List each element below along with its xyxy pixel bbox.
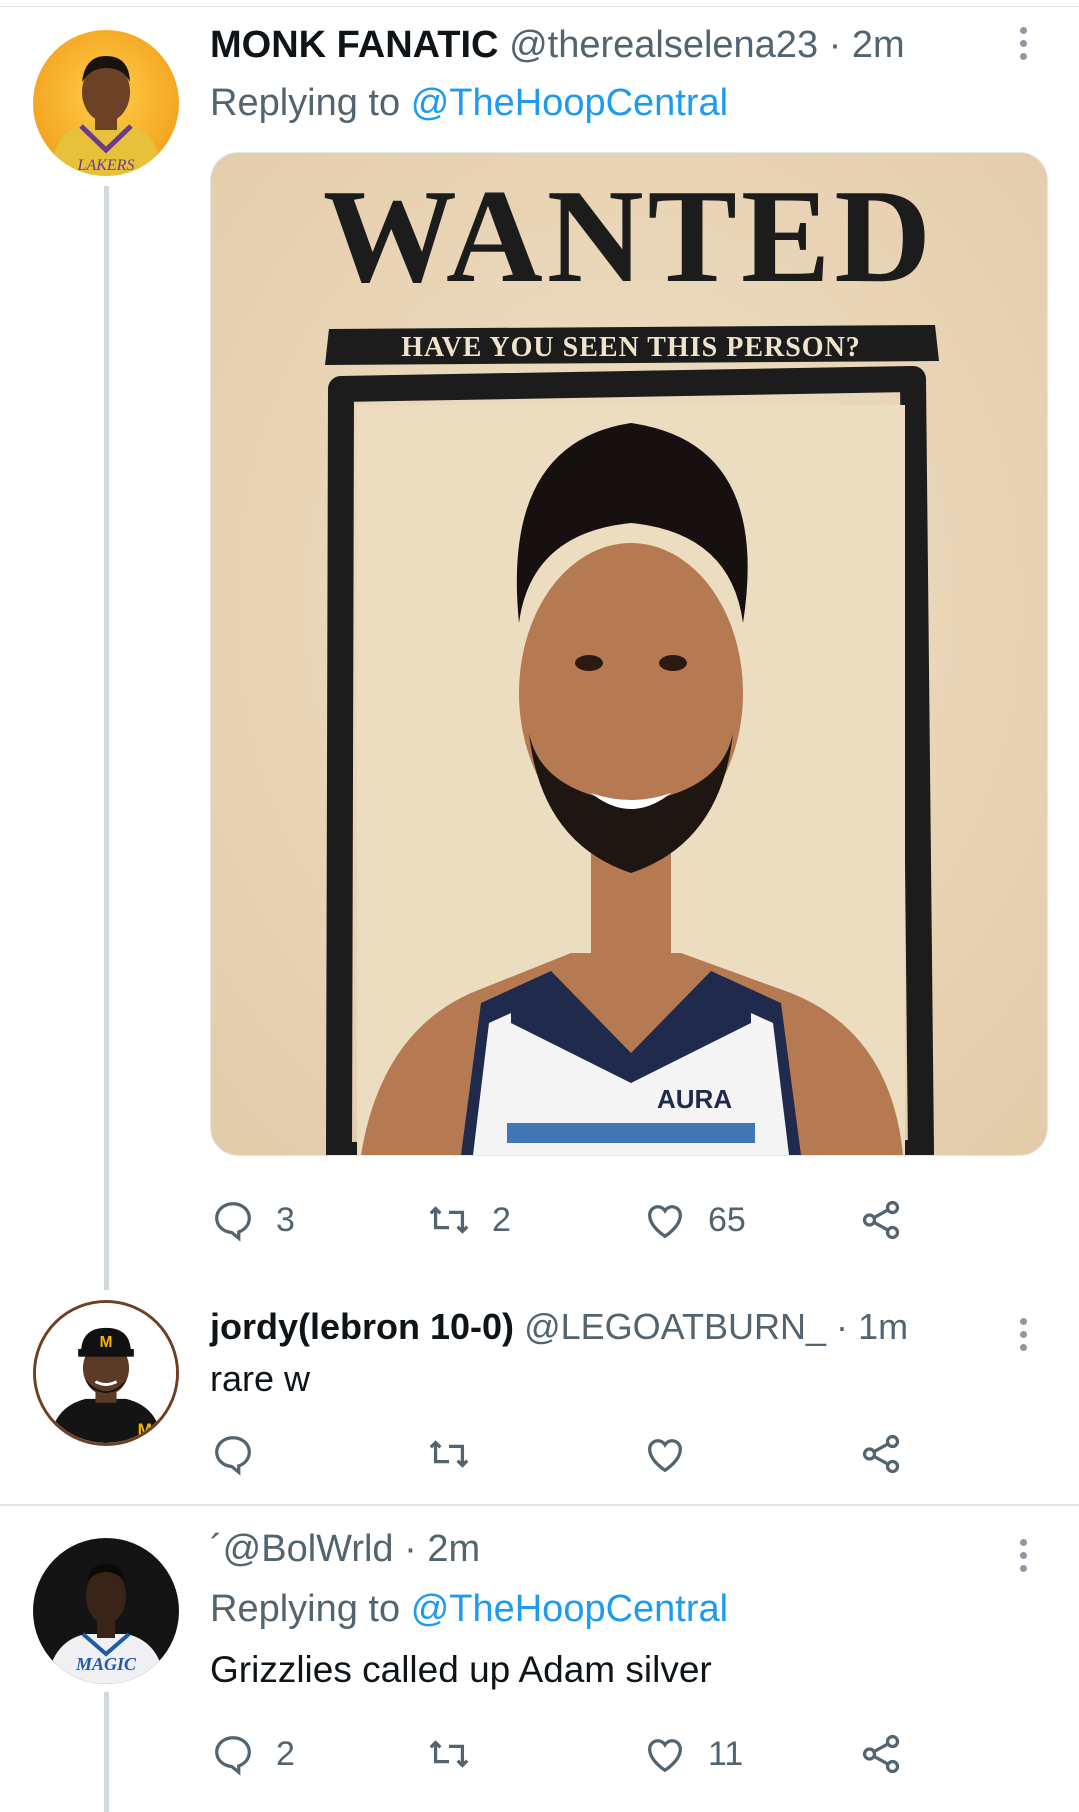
reply-icon [215,1736,251,1776]
reply-mention-link[interactable]: @TheHoopCentral [411,82,728,124]
like-count: 65 [708,1200,746,1239]
separator-dot: · [404,1528,417,1570]
retweet-button[interactable]: 2 [426,1192,511,1248]
timestamp[interactable]: 2m [427,1528,480,1570]
retweet-icon [429,1740,469,1768]
more-icon[interactable] [1011,1318,1035,1362]
retweet-button[interactable] [426,1426,492,1482]
share-button[interactable] [858,1426,904,1482]
replying-to-label: Replying to [210,82,401,124]
replying-to: Replying to @TheHoopCentral [210,78,728,128]
jersey-sponsor: AURA [657,1084,732,1114]
replying-to: Replying to @TheHoopCentral [210,1584,728,1634]
separator-dot: · [828,24,842,66]
username[interactable]: @therealselena23 [509,24,818,66]
like-icon [648,1205,682,1239]
retweet-count: 2 [492,1200,511,1239]
timestamp[interactable]: 1m [858,1306,908,1347]
svg-text:MAGIC: MAGIC [75,1654,137,1674]
like-button[interactable] [642,1426,708,1482]
like-icon [648,1439,682,1473]
reply-count: 3 [276,1200,295,1239]
separator-dot: · [836,1306,849,1347]
reply-button[interactable]: 2 [210,1726,295,1782]
svg-text:M: M [100,1334,113,1351]
thread-line [104,1692,109,1812]
display-name[interactable]: MONK FANATIC [210,24,499,66]
more-icon[interactable] [1011,27,1035,71]
avatar[interactable]: LAKERS [33,30,179,176]
username[interactable]: ´@BolWrld [210,1528,394,1570]
share-icon [862,1200,900,1240]
tweet-3[interactable]: MAGIC ´@BolWrld · 2m Replying to @TheHoo… [0,1506,1079,1812]
username[interactable]: @LEGOATBURN_ [524,1306,826,1347]
tweet-header: jordy(lebron 10-0) @LEGOATBURN_ · 1m [210,1302,908,1352]
wanted-subtitle: HAVE YOU SEEN THIS PERSON? [401,332,861,363]
like-count: 11 [708,1734,744,1773]
share-icon [862,1434,900,1474]
reply-mention-link[interactable]: @TheHoopCentral [411,1588,728,1630]
tweet-1[interactable]: LAKERS MONK FANATIC @therealselena23 · 2… [0,0,1079,1290]
reply-button[interactable] [210,1426,276,1482]
share-button[interactable] [858,1726,904,1782]
reply-button[interactable]: 3 [210,1192,295,1248]
retweet-button[interactable] [426,1726,492,1782]
like-button[interactable]: 11 [642,1726,743,1782]
reply-count: 2 [276,1734,295,1773]
share-icon [862,1734,900,1774]
tweet-text: rare w [210,1358,311,1399]
like-icon [648,1739,682,1773]
tweet-header: MONK FANATIC @therealselena23 · 2m [210,20,905,70]
retweet-icon [429,1440,469,1468]
thread-line [104,186,109,1290]
retweet-icon [429,1206,469,1234]
svg-text:M: M [138,1419,152,1439]
like-button[interactable]: 65 [642,1192,746,1248]
tweet-actions: 2 11 [210,1726,950,1782]
tweet-text: Grizzlies called up Adam silver [210,1649,712,1690]
avatar[interactable]: MAGIC [33,1538,179,1684]
wanted-title: WANTED [323,162,935,310]
timestamp[interactable]: 2m [852,24,905,66]
tweet-2[interactable]: M M jordy(lebron 10-0) @LEGOATBURN_ · 1m… [0,1280,1079,1506]
avatar[interactable]: M M [33,1300,179,1446]
tweet-image[interactable]: WANTED HAVE YOU SEEN THIS PERSON? AURA [210,152,1048,1156]
share-button[interactable] [858,1192,904,1248]
svg-text:LAKERS: LAKERS [77,157,135,174]
tweet-header: ´@BolWrld · 2m [210,1524,480,1574]
more-icon[interactable] [1011,1539,1035,1583]
reply-icon [215,1436,251,1476]
replying-to-label: Replying to [210,1588,401,1630]
reply-icon [215,1202,251,1242]
display-name[interactable]: jordy(lebron 10-0) [210,1306,514,1347]
tweet-actions: 3 2 65 [210,1192,950,1248]
tweet-actions [210,1426,950,1482]
